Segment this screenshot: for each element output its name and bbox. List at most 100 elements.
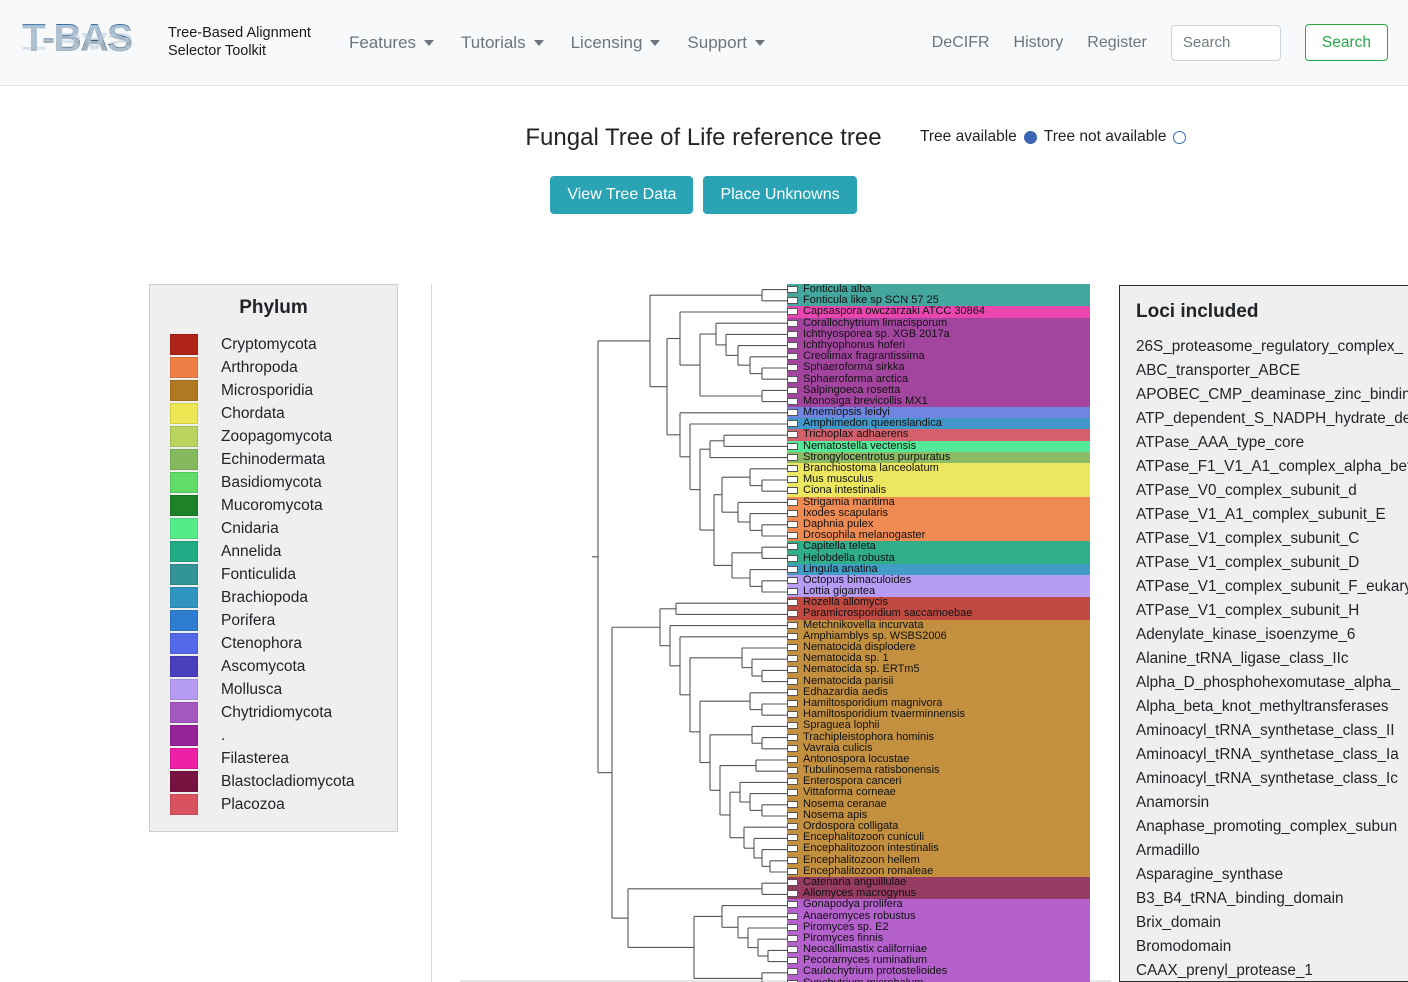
tree-tip-row[interactable]: Rozella allomycis: [787, 597, 1090, 609]
tip-toggle-box[interactable]: [787, 375, 798, 383]
tip-toggle-box[interactable]: [787, 733, 798, 741]
tip-toggle-box[interactable]: [787, 610, 798, 618]
legend-item[interactable]: Cnidaria: [170, 517, 397, 540]
tree-tip-row[interactable]: Fonticula like sp SCN 57 25: [787, 295, 1090, 307]
tip-toggle-box[interactable]: [787, 364, 798, 372]
tree-tip-row[interactable]: Strigamia maritima: [787, 496, 1090, 508]
tree-tip-row[interactable]: Caulochytrium protostelioides: [787, 966, 1090, 978]
tip-toggle-box[interactable]: [787, 442, 798, 450]
tip-toggle-box[interactable]: [787, 621, 798, 629]
tip-toggle-box[interactable]: [787, 297, 798, 305]
tree-tip-row[interactable]: Sphaeroforma arctica: [787, 373, 1090, 385]
tbas-logo[interactable]: T-BAS T-BAS: [22, 11, 154, 75]
tip-toggle-box[interactable]: [787, 722, 798, 730]
nav-item-history[interactable]: History: [1014, 34, 1064, 52]
tree-tip-row[interactable]: Daphnia pulex: [787, 518, 1090, 531]
tree-tip-row[interactable]: Nematocida sp. ERTm5: [787, 664, 1090, 676]
tree-tip-row[interactable]: Helobdella robusta: [787, 552, 1090, 564]
tip-toggle-box[interactable]: [787, 599, 798, 607]
tree-tip-row[interactable]: Hamiltosporidium magnivora: [787, 697, 1090, 710]
tree-tip-row[interactable]: Nematocida sp. 1: [787, 653, 1090, 665]
legend-item[interactable]: Fonticulida: [170, 563, 397, 586]
view-tree-data-button[interactable]: View Tree Data: [550, 175, 694, 214]
tip-toggle-box[interactable]: [787, 834, 798, 842]
tree-tip-row[interactable]: Anaeromyces robustus: [787, 910, 1090, 922]
legend-item[interactable]: Chytridiomycota: [170, 701, 397, 724]
tip-toggle-box[interactable]: [787, 386, 798, 394]
tree-tip-row[interactable]: Sphaeroforma sirkka: [787, 362, 1090, 374]
tip-toggle-box[interactable]: [787, 688, 798, 696]
legend-item[interactable]: Microsporidia: [170, 379, 397, 402]
tip-toggle-box[interactable]: [787, 890, 798, 898]
legend-item[interactable]: Blastocladiomycota: [170, 770, 397, 793]
tree-tip-row[interactable]: Tubulinosema ratisbonensis: [787, 765, 1090, 777]
tree-tip-row[interactable]: Edhazardia aedis: [787, 686, 1090, 698]
tip-toggle-box[interactable]: [787, 532, 798, 540]
tree-tip-row[interactable]: Trichoplax adhaerens: [787, 429, 1090, 441]
legend-item[interactable]: Cryptomycota: [170, 333, 397, 356]
tip-toggle-box[interactable]: [787, 677, 798, 685]
tip-toggle-box[interactable]: [787, 498, 798, 506]
tip-toggle-box[interactable]: [787, 946, 798, 954]
tree-tip-row[interactable]: Pecoramyces ruminatium: [787, 955, 1090, 967]
nav-item-tutorials[interactable]: Tutorials: [461, 33, 544, 53]
tip-toggle-box[interactable]: [787, 923, 798, 931]
tree-tip-row[interactable]: Lottia gigantea: [787, 586, 1090, 598]
nav-item-decifr[interactable]: DeCIFR: [932, 34, 990, 52]
tip-toggle-box[interactable]: [787, 554, 798, 562]
tree-tip-row[interactable]: Nematostella vectensis: [787, 440, 1090, 452]
legend-item[interactable]: Echinodermata: [170, 448, 397, 471]
tip-toggle-box[interactable]: [787, 341, 798, 349]
tree-tip-row[interactable]: Enterospora canceri: [787, 776, 1090, 788]
legend-item[interactable]: Ascomycota: [170, 655, 397, 678]
tip-toggle-box[interactable]: [787, 644, 798, 651]
tip-toggle-box[interactable]: [787, 655, 798, 663]
tree-tip-row[interactable]: Allomyces macrogynus: [787, 888, 1090, 900]
legend-item[interactable]: Chordata: [170, 402, 397, 425]
legend-item[interactable]: Porifera: [170, 609, 397, 632]
tip-toggle-box[interactable]: [787, 576, 798, 584]
tree-tip-row[interactable]: Capitella teleta: [787, 541, 1090, 553]
nav-item-features[interactable]: Features: [349, 33, 435, 53]
tree-tip-row[interactable]: Encephalitozoon cuniculi: [787, 832, 1090, 844]
tree-tip-row[interactable]: Piromyces finnis: [787, 932, 1090, 945]
tree-tip-row[interactable]: Creolimax fragrantissima: [787, 351, 1090, 363]
tip-toggle-box[interactable]: [787, 823, 798, 830]
tree-tip-row[interactable]: Gonapodya prolifera: [787, 899, 1090, 911]
tip-toggle-box[interactable]: [787, 431, 798, 439]
legend-item[interactable]: Annelida: [170, 540, 397, 563]
phylogenetic-tree-panel[interactable]: Fonticula alba Fonticula like sp SCN 57 2…: [431, 284, 1111, 982]
tip-toggle-box[interactable]: [787, 878, 798, 886]
tree-tip-row[interactable]: Branchiostoma lanceolatum: [787, 463, 1090, 475]
tip-toggle-box[interactable]: [787, 811, 798, 819]
tree-tip-row[interactable]: Antonospora locustae: [787, 753, 1090, 766]
tree-tip-row[interactable]: Fonticula alba: [787, 284, 1090, 296]
tree-tip-row[interactable]: Encephalitozoon hellem: [787, 854, 1090, 866]
tip-toggle-box[interactable]: [787, 565, 798, 573]
tree-tip-row[interactable]: Piromyces sp. E2: [787, 921, 1090, 933]
tree-tip-row[interactable]: Ichthyosporea sp. XGB 2017a: [787, 328, 1090, 340]
tree-tip-row[interactable]: Ordospora colligata: [787, 821, 1090, 833]
tip-toggle-box[interactable]: [787, 543, 798, 551]
tip-toggle-box[interactable]: [787, 453, 798, 461]
tip-toggle-box[interactable]: [787, 744, 798, 752]
tree-tip-row[interactable]: Strongylocentrotus purpuratus: [787, 451, 1090, 463]
tree-tip-row[interactable]: Encephalitozoon intestinalis: [787, 843, 1090, 855]
tip-toggle-box[interactable]: [787, 476, 798, 484]
tree-tip-row[interactable]: Nosema apis: [787, 809, 1090, 821]
tip-toggle-box[interactable]: [787, 789, 798, 797]
tree-tip-row[interactable]: Amphimedon queenslandica: [787, 418, 1090, 430]
tree-tip-row[interactable]: Encephalitozoon romaleae: [787, 865, 1090, 877]
tree-tip-row[interactable]: Trachipleistophora hominis: [787, 731, 1090, 743]
tree-tip-row[interactable]: Ciona intestinalis: [787, 485, 1090, 497]
tree-tip-row[interactable]: Monosiga brevicollis MX1: [787, 395, 1090, 408]
tip-toggle-box[interactable]: [787, 487, 798, 495]
tree-tip-row[interactable]: Metchnikovella incurvata: [787, 619, 1090, 631]
legend-item[interactable]: Zoopagomycota: [170, 425, 397, 448]
tip-toggle-box[interactable]: [787, 934, 798, 942]
tree-tip-row[interactable]: Drosophila melanogaster: [787, 530, 1090, 542]
tip-toggle-box[interactable]: [787, 755, 798, 763]
legend-item[interactable]: Filasterea: [170, 747, 397, 770]
tree-tip-row[interactable]: Nematocida parisii: [787, 675, 1090, 687]
tip-toggle-box[interactable]: [787, 397, 798, 405]
